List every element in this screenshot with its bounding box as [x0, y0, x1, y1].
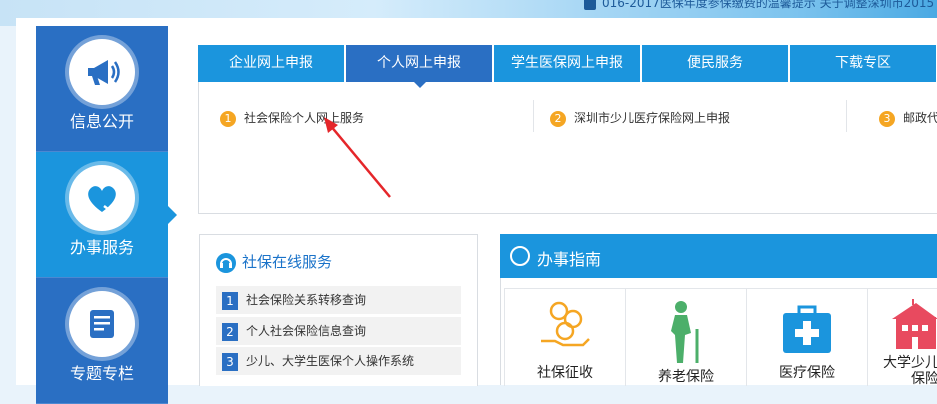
guide-label: 医疗保险: [779, 365, 835, 381]
tab-pointer: [414, 82, 426, 88]
guide-header: 办事指南: [500, 234, 937, 278]
tab-downloads[interactable]: 下载专区: [790, 45, 936, 82]
left-nav: 信息公开 办事服务 专题专栏: [36, 26, 183, 404]
notice-marquee[interactable]: 016-2017医保年度参保缴费的温馨提示 关于调整深圳市2015: [584, 0, 934, 10]
online-row-2[interactable]: 2 个人社会保险信息查询: [216, 317, 461, 345]
number-badge: 3: [879, 110, 895, 127]
online-row-1[interactable]: 1 社会保险关系转移查询: [216, 286, 461, 314]
heart-hand-icon: [69, 165, 135, 231]
nav-label: 办事服务: [69, 238, 134, 257]
guide-item-medical[interactable]: 医疗保险: [746, 288, 868, 386]
notice-text[interactable]: 016-2017医保年度参保缴费的温馨提示 关于调整深圳市2015: [602, 0, 934, 10]
divider: [533, 100, 534, 132]
compass-icon: [510, 246, 530, 266]
online-row-3[interactable]: 3 少儿、大学生医保个人操作系统: [216, 347, 461, 375]
guide-item-pension[interactable]: 养老保险: [625, 288, 747, 386]
nav-label: 信息公开: [69, 112, 134, 131]
megaphone-icon: [69, 39, 135, 105]
nav-label: 专题专栏: [69, 364, 134, 383]
red-arrow-annotation: [324, 117, 391, 198]
guide-label: 社保征收: [537, 365, 593, 381]
tab-enterprise[interactable]: 企业网上申报: [198, 45, 344, 82]
online-service-panel: 社保在线服务 1 社会保险关系转移查询 2 个人社会保险信息查询 3 少儿、大学生医保…: [199, 234, 478, 386]
elderly-icon: [671, 301, 699, 363]
number-badge: 2: [550, 110, 566, 127]
tab-bar: 企业网上申报 个人网上申报 学生医保网上申报 便民服务 下载专区: [198, 45, 937, 82]
service-label[interactable]: 深圳市少儿医疗保险网上申报: [574, 111, 730, 125]
guide-item-collection[interactable]: 社保征收: [504, 288, 626, 386]
guide-item-student[interactable]: 大学少儿 保险: [867, 288, 937, 387]
service-link-3[interactable]: 3 邮政代: [879, 109, 937, 129]
service-link-2[interactable]: 2 深圳市少儿医疗保险网上申报: [550, 109, 730, 129]
online-service-title: 社保在线服务: [216, 251, 332, 273]
number-badge: 1: [220, 110, 236, 127]
divider: [846, 100, 847, 132]
service-headset-icon: [216, 252, 236, 273]
guide-label: 养老保险: [658, 369, 714, 385]
nav-item-info[interactable]: 信息公开: [36, 26, 168, 152]
guide-title: 办事指南: [537, 250, 602, 269]
guide-label: 大学少儿: [883, 355, 937, 371]
nav-item-services[interactable]: 办事服务: [36, 152, 168, 278]
document-list-icon: [69, 291, 135, 357]
medical-kit-icon: [783, 305, 831, 353]
active-pointer: [168, 206, 177, 224]
notice-icon: [584, 0, 596, 10]
tab-convenience[interactable]: 便民服务: [642, 45, 788, 82]
guide-grid: 社保征收 养老保险 医疗保险 大学少儿 保险: [500, 278, 937, 387]
service-label[interactable]: 邮政代: [903, 111, 937, 125]
school-building-icon: [892, 299, 937, 349]
coin-hand-icon: [541, 301, 590, 347]
tab-student[interactable]: 学生医保网上申报: [494, 45, 640, 82]
nav-item-topics[interactable]: 专题专栏: [36, 278, 168, 404]
tab-personal[interactable]: 个人网上申报: [346, 45, 492, 82]
